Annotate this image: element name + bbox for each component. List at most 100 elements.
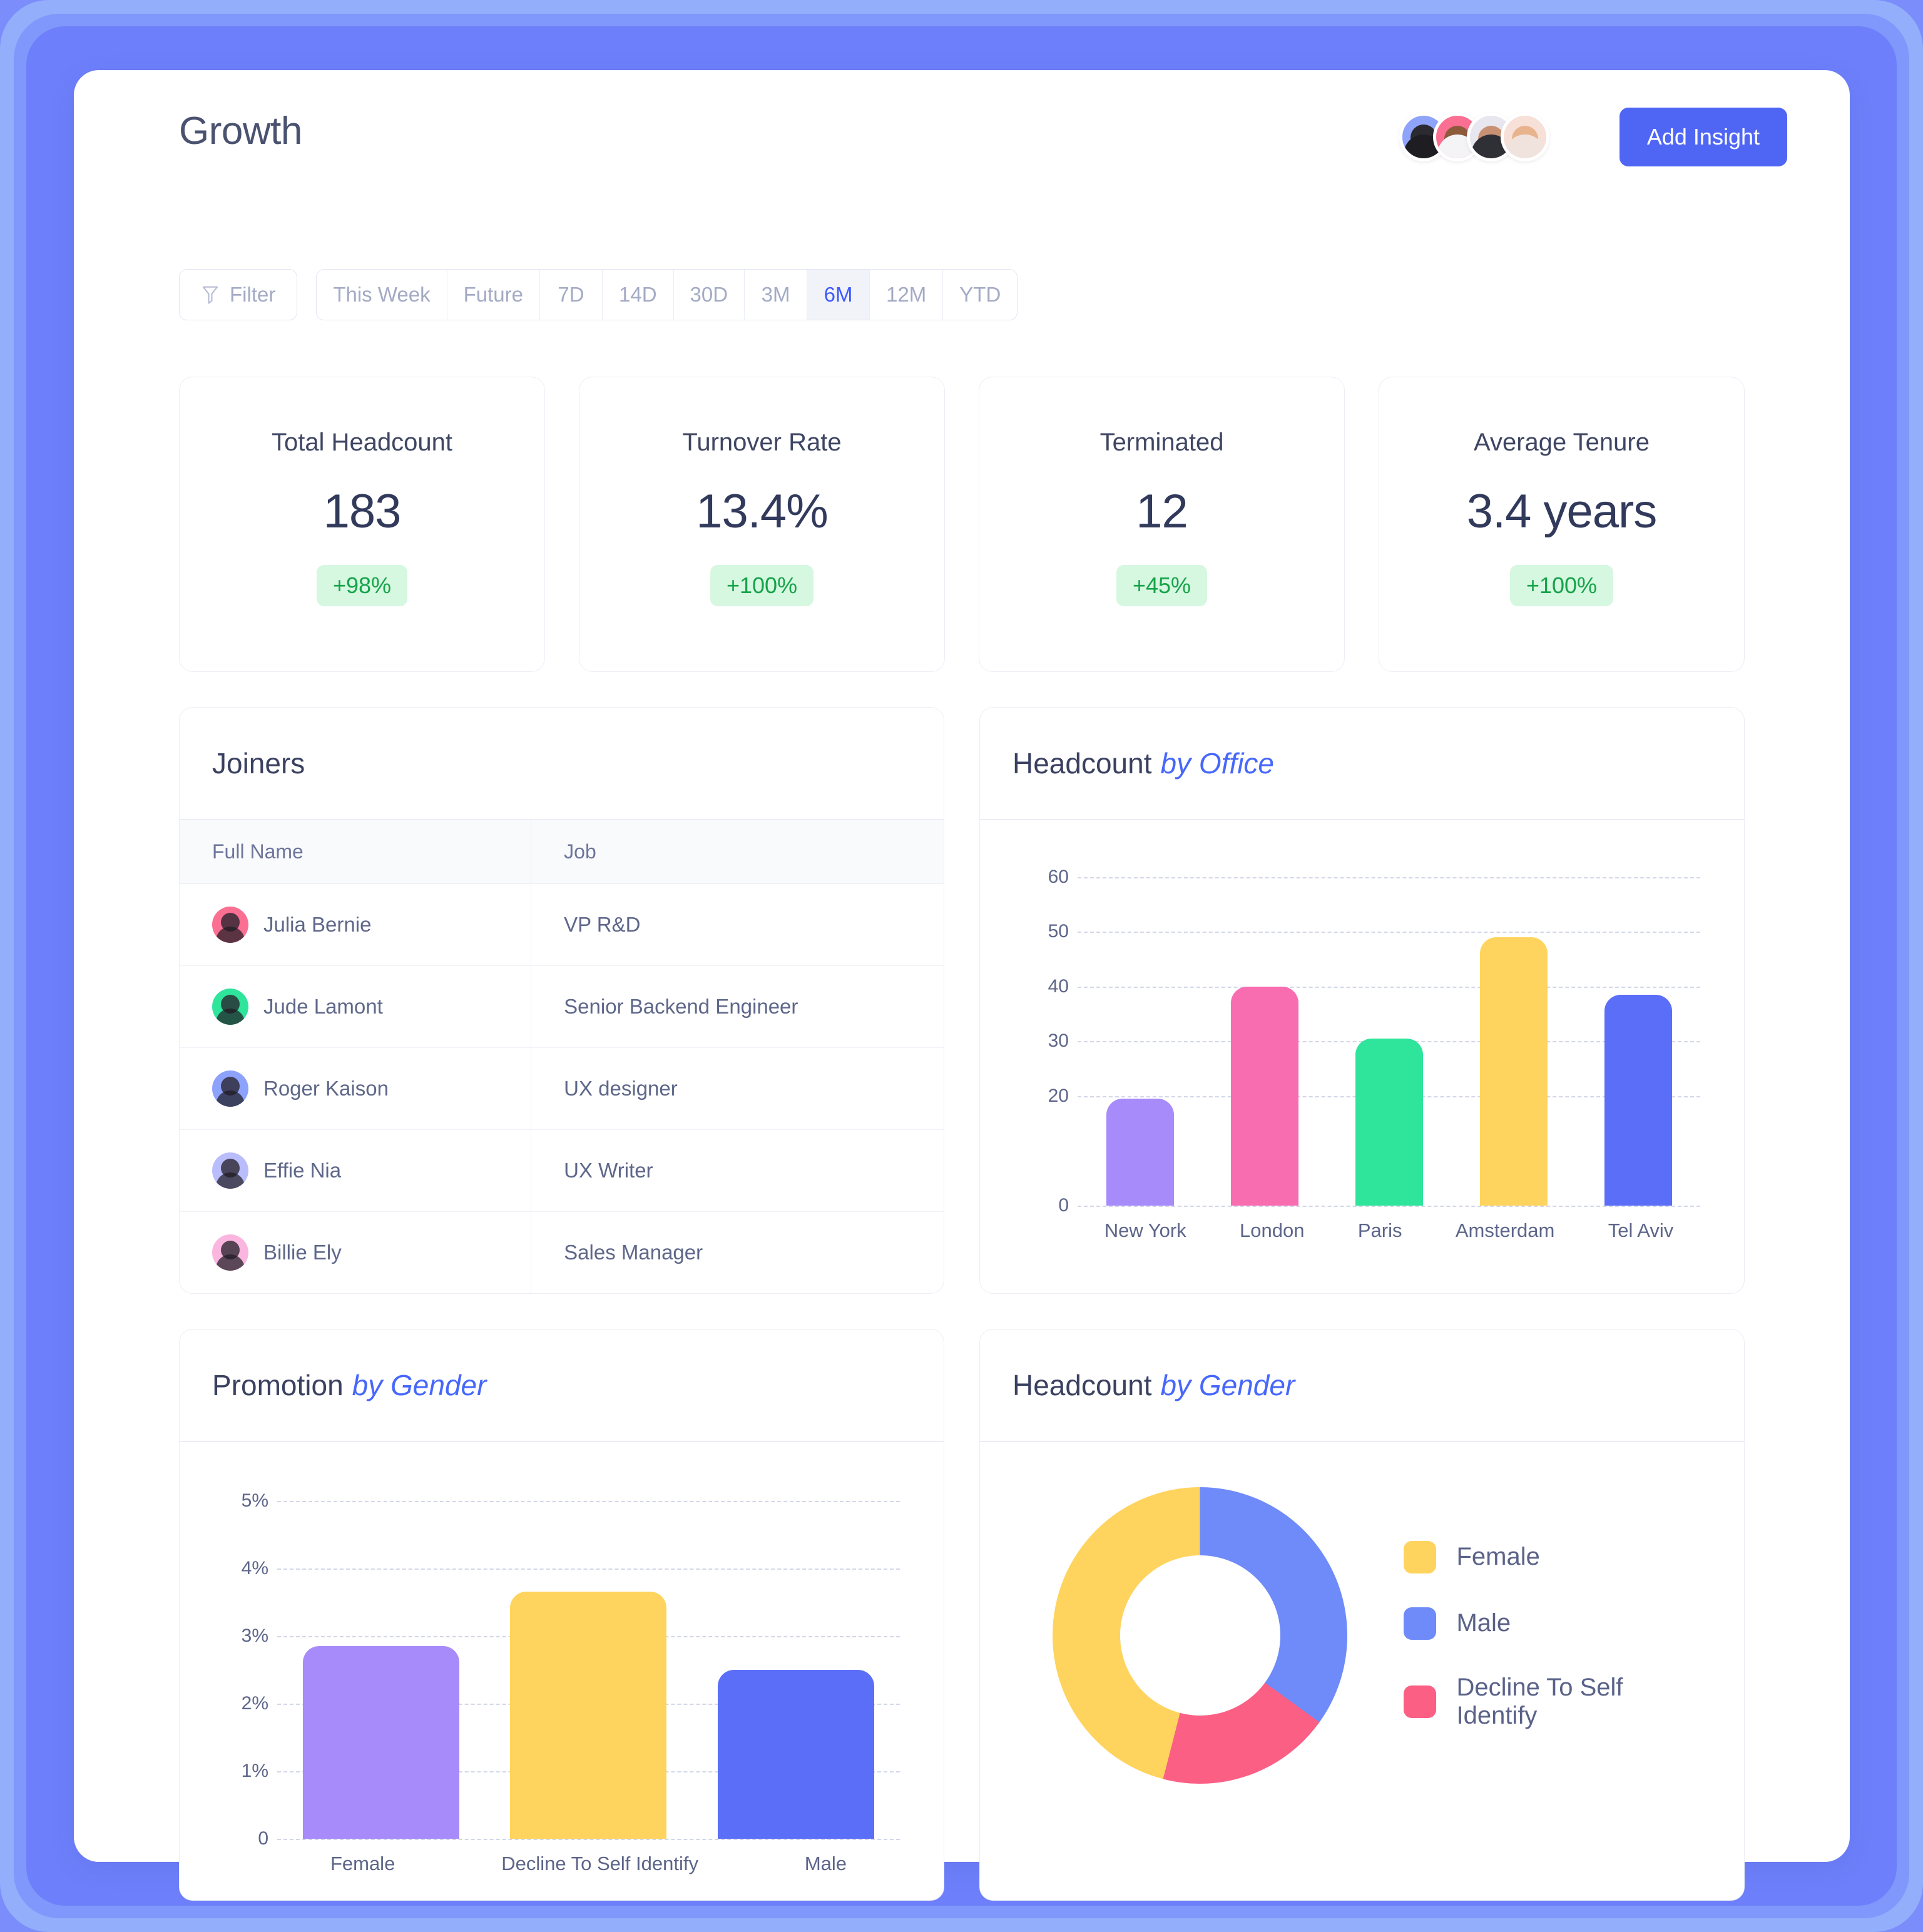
kpi-card-total-headcount: Total Headcount 183 +98% <box>179 377 545 672</box>
title-accent: by Office <box>1160 747 1275 780</box>
bar[interactable] <box>718 1669 875 1839</box>
range-segmented-control: This Week Future 7D 14D 30D 3M 6M 12M YT… <box>316 269 1018 320</box>
title-accent: by Gender <box>352 1369 487 1402</box>
avatar-group[interactable]: +5 <box>1399 113 1583 161</box>
range-tab-30d[interactable]: 30D <box>673 270 745 320</box>
funnel-icon <box>202 286 218 304</box>
table-row[interactable]: Jude Lamont Senior Backend Engineer <box>180 965 944 1048</box>
x-axis-tick-label: New York <box>1104 1219 1186 1241</box>
gridline <box>1078 1205 1700 1207</box>
cell-job: UX designer <box>531 1047 944 1130</box>
x-axis-tick-label: Decline To Self Identify <box>501 1852 698 1874</box>
range-tab-future[interactable]: Future <box>447 270 540 320</box>
legend-item[interactable]: Decline To Self Identify <box>1404 1674 1709 1730</box>
joiners-card: Joiners Full Name Job Julia Bernie VP R&D… <box>179 707 944 1294</box>
x-axis-tick-label: Amsterdam <box>1455 1219 1555 1241</box>
x-axis-tick-label: Tel Aviv <box>1608 1219 1674 1241</box>
kpi-value: 183 <box>323 485 402 538</box>
y-axis-tick-label: 2% <box>241 1692 268 1714</box>
bar[interactable] <box>1106 1098 1174 1206</box>
filter-label: Filter <box>230 283 276 306</box>
cell-job: UX Writer <box>531 1129 944 1212</box>
avatar <box>212 1070 248 1107</box>
x-axis-tick-label: Female <box>330 1852 395 1874</box>
range-tab-14d[interactable]: 14D <box>603 270 674 320</box>
table-row[interactable]: Billie Ely Sales Manager <box>180 1211 944 1294</box>
cell-full-name: Billie Ely <box>180 1211 532 1294</box>
y-axis-tick-label: 3% <box>241 1625 268 1646</box>
bar[interactable] <box>1604 994 1672 1206</box>
kpi-delta-badge: +45% <box>1116 565 1208 606</box>
title-main: Headcount <box>1013 747 1152 780</box>
kpi-label: Average Tenure <box>1474 429 1650 456</box>
title-main: Headcount <box>1013 1369 1152 1402</box>
legend-swatch <box>1404 1540 1437 1574</box>
avatar <box>212 1152 248 1189</box>
table-row[interactable]: Roger Kaison UX designer <box>180 1047 944 1130</box>
joiner-name: Effie Nia <box>263 1158 342 1182</box>
bar-series <box>1078 855 1700 1206</box>
range-tab-7d[interactable]: 7D <box>540 270 603 320</box>
legend-item[interactable]: Female <box>1404 1540 1709 1574</box>
headcount-by-office-title: Headcount by Office <box>980 708 1744 819</box>
y-axis-tick-label: 40 <box>1048 975 1069 997</box>
title-accent: by Gender <box>1160 1369 1295 1402</box>
headcount-by-office-card: Headcount by Office 0 20 30 40 50 60 New York… <box>979 707 1745 1294</box>
range-tab-ytd[interactable]: YTD <box>943 270 1018 320</box>
y-axis-tick-label: 5% <box>241 1490 268 1511</box>
joiners-title: Joiners <box>212 747 305 780</box>
range-tab-this-week[interactable]: This Week <box>317 270 447 320</box>
header-actions: +5 Add Insight <box>1399 108 1787 166</box>
y-axis-tick-label: 1% <box>241 1760 268 1781</box>
y-axis-tick-label: 60 <box>1048 866 1069 887</box>
dashboard-panel: Growth +5 Add Insight Filter This Week F… <box>74 70 1850 1901</box>
header: Growth +5 Add Insight <box>106 101 1817 189</box>
avatar[interactable] <box>1500 113 1549 161</box>
donut-legend: Female Male Decline To Self Identify <box>1404 1540 1709 1730</box>
avatar <box>212 988 248 1025</box>
filter-bar: Filter This Week Future 7D 14D 30D 3M 6M… <box>179 269 1018 320</box>
legend-label: Male <box>1456 1609 1511 1637</box>
legend-item[interactable]: Male <box>1404 1607 1709 1640</box>
cell-full-name: Jude Lamont <box>180 965 532 1048</box>
kpi-delta-badge: +100% <box>1509 565 1614 606</box>
page-title: Growth <box>179 109 302 153</box>
bar[interactable] <box>1355 1038 1423 1206</box>
cell-job: VP R&D <box>531 883 944 966</box>
headcount-by-office-chart: 0 20 30 40 50 60 New York London Paris Amsterdam… <box>980 820 1744 1267</box>
legend-label: Female <box>1456 1543 1540 1571</box>
bar[interactable] <box>1479 937 1548 1206</box>
promotion-by-gender-chart: 0 1% 2% 3% 4% 5% Female Decline To Self Identi… <box>180 1442 944 1900</box>
cell-job: Senior Backend Engineer <box>531 965 944 1048</box>
kpi-label: Turnover Rate <box>682 429 842 456</box>
gridline <box>277 1838 900 1840</box>
donut-chart <box>1053 1487 1348 1784</box>
kpi-label: Total Headcount <box>271 429 453 456</box>
kpi-delta-badge: +100% <box>710 565 814 606</box>
avatar <box>212 1234 248 1271</box>
table-row[interactable]: Julia Bernie VP R&D <box>180 883 944 966</box>
joiners-table: Full Name Job Julia Bernie VP R&D Jude Lam… <box>180 820 944 1294</box>
column-header-full-name: Full Name <box>180 820 532 884</box>
y-axis-tick-label: 30 <box>1048 1030 1069 1052</box>
cell-full-name: Effie Nia <box>180 1129 532 1212</box>
x-axis-tick-label: Male <box>804 1852 847 1874</box>
kpi-card-turnover-rate: Turnover Rate 13.4% +100% <box>579 377 945 672</box>
kpi-delta-badge: +98% <box>316 565 408 606</box>
table-row[interactable]: Effie Nia UX Writer <box>180 1129 944 1212</box>
bar[interactable] <box>1230 986 1298 1206</box>
range-tab-6m[interactable]: 6M <box>807 270 870 320</box>
bar[interactable] <box>302 1645 459 1839</box>
kpi-card-terminated: Terminated 12 +45% <box>979 377 1345 672</box>
headcount-by-gender-title: Headcount by Gender <box>980 1330 1744 1441</box>
kpi-card-average-tenure: Average Tenure 3.4 years +100% <box>1379 377 1745 672</box>
range-tab-12m[interactable]: 12M <box>870 270 944 320</box>
cell-full-name: Roger Kaison <box>180 1047 532 1130</box>
filter-button[interactable]: Filter <box>179 269 298 320</box>
bar[interactable] <box>510 1592 667 1839</box>
avatar <box>212 906 248 943</box>
add-insight-button[interactable]: Add Insight <box>1619 108 1787 166</box>
y-axis-tick-label: 0 <box>258 1828 268 1849</box>
range-tab-3m[interactable]: 3M <box>745 270 808 320</box>
title-main: Promotion <box>212 1369 344 1402</box>
